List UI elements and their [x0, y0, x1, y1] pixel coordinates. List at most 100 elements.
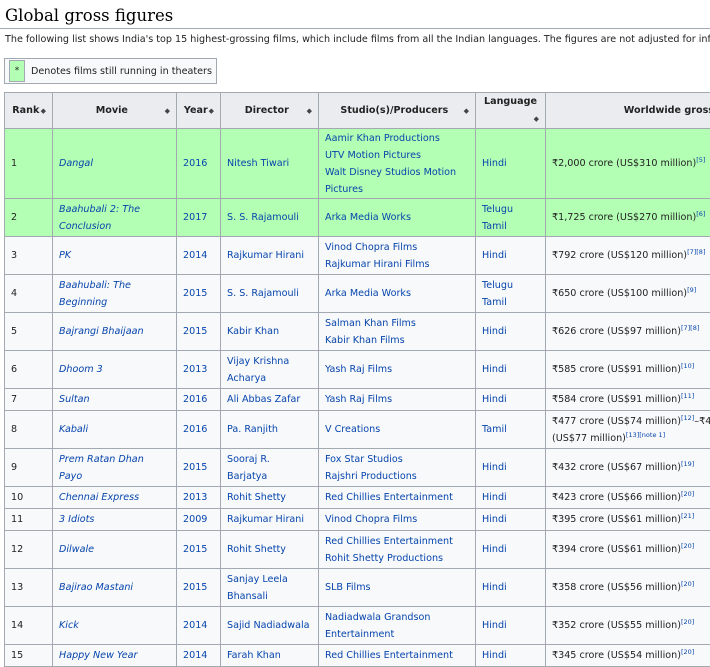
- year-link[interactable]: 2016: [183, 155, 214, 172]
- citation[interactable]: [21]: [681, 512, 694, 520]
- movie-link[interactable]: Baahubali 2: The: [59, 201, 170, 218]
- studio-link[interactable]: Vinod Chopra Films: [325, 511, 469, 528]
- director-link[interactable]: Bhansali: [227, 588, 312, 605]
- citation-link[interactable]: [10]: [681, 362, 694, 370]
- studio-link[interactable]: Rajshri Productions: [325, 468, 469, 485]
- studio-link[interactable]: Aamir Khan Productions: [325, 130, 469, 147]
- citation-link[interactable]: [12]: [681, 413, 694, 421]
- language-link[interactable]: Telugu: [482, 277, 539, 294]
- studio-link[interactable]: Nadiadwala Grandson: [325, 609, 469, 626]
- language-link[interactable]: Hindi: [482, 247, 539, 264]
- movie-link[interactable]: Bajirao Mastani: [59, 579, 170, 596]
- studio-link[interactable]: Rohit Shetty Productions: [325, 550, 469, 567]
- language-link[interactable]: Hindi: [482, 323, 539, 340]
- year-link[interactable]: 2015: [183, 579, 214, 596]
- year-link[interactable]: 2017: [183, 209, 214, 226]
- year-link[interactable]: 2014: [183, 617, 214, 634]
- studio-link[interactable]: Red Chillies Entertainment: [325, 647, 469, 664]
- director-link[interactable]: Farah Khan: [227, 647, 312, 664]
- movie-link[interactable]: Dangal: [59, 155, 170, 172]
- sort-icon[interactable]: ◆: [165, 103, 170, 120]
- citation-link[interactable]: [20]: [681, 648, 694, 656]
- citation[interactable]: [19]: [681, 460, 694, 468]
- header-movie[interactable]: Movie ◆: [53, 93, 177, 129]
- studio-link[interactable]: Salman Khan Films: [325, 315, 469, 332]
- header-director[interactable]: Director ◆: [221, 93, 319, 129]
- year-link[interactable]: 2013: [183, 361, 214, 378]
- language-link[interactable]: Telugu: [482, 201, 539, 218]
- language-link[interactable]: Hindi: [482, 391, 539, 408]
- language-link[interactable]: Hindi: [482, 647, 539, 664]
- citation[interactable]: [20]: [681, 490, 694, 498]
- movie-link[interactable]: Dilwale: [59, 541, 170, 558]
- citation-link[interactable]: [20]: [681, 490, 694, 498]
- language-link[interactable]: Hindi: [482, 617, 539, 634]
- language-link[interactable]: Hindi: [482, 155, 539, 172]
- header-year[interactable]: Year ◆: [177, 93, 221, 129]
- header-language[interactable]: Language ◆: [476, 93, 546, 129]
- studio-link[interactable]: Kabir Khan Films: [325, 332, 469, 349]
- studio-link[interactable]: Arka Media Works: [325, 209, 469, 226]
- movie-link[interactable]: Beginning: [59, 294, 170, 311]
- director-link[interactable]: Pa. Ranjith: [227, 421, 312, 438]
- language-link[interactable]: Hindi: [482, 459, 539, 476]
- language-link[interactable]: Tamil: [482, 218, 539, 235]
- director-link[interactable]: Ali Abbas Zafar: [227, 391, 312, 408]
- language-link[interactable]: Hindi: [482, 489, 539, 506]
- citation[interactable]: [12]: [681, 413, 694, 421]
- director-link[interactable]: Rajkumar Hirani: [227, 247, 312, 264]
- citation[interactable]: [9]: [687, 286, 696, 294]
- movie-link[interactable]: Sultan: [59, 391, 170, 408]
- studio-link[interactable]: Red Chillies Entertainment: [325, 489, 469, 506]
- movie-link[interactable]: PK: [59, 247, 170, 264]
- citation-link[interactable]: [5]: [696, 156, 705, 164]
- movie-link[interactable]: Conclusion: [59, 218, 170, 235]
- citation-link[interactable]: [21]: [681, 512, 694, 520]
- citation-link[interactable]: [9]: [687, 286, 696, 294]
- year-link[interactable]: 2015: [183, 541, 214, 558]
- movie-link[interactable]: Prem Ratan Dhan Payo: [59, 451, 170, 485]
- language-link[interactable]: Hindi: [482, 579, 539, 596]
- movie-link[interactable]: Kick: [59, 617, 170, 634]
- director-link[interactable]: Acharya: [227, 370, 312, 387]
- citation-link[interactable]: [19]: [681, 460, 694, 468]
- studio-link[interactable]: Walt Disney Studios Motion: [325, 164, 469, 181]
- citation[interactable]: [6]: [696, 210, 705, 218]
- citation-link[interactable]: [11]: [681, 392, 694, 400]
- year-link[interactable]: 2015: [183, 459, 214, 476]
- year-link[interactable]: 2015: [183, 285, 214, 302]
- header-rank[interactable]: Rank ◆: [5, 93, 53, 129]
- language-link[interactable]: Hindi: [482, 361, 539, 378]
- director-link[interactable]: S. S. Rajamouli: [227, 285, 312, 302]
- movie-link[interactable]: Baahubali: The: [59, 277, 170, 294]
- movie-link[interactable]: Kabali: [59, 421, 170, 438]
- citation[interactable]: [20]: [681, 618, 694, 626]
- sort-icon[interactable]: ◆: [534, 111, 539, 128]
- citation-link[interactable]: [6]: [696, 210, 705, 218]
- year-link[interactable]: 2016: [183, 421, 214, 438]
- studio-link[interactable]: Fox Star Studios: [325, 451, 469, 468]
- movie-link[interactable]: Dhoom 3: [59, 361, 170, 378]
- language-link[interactable]: Hindi: [482, 541, 539, 558]
- citation[interactable]: [20]: [681, 542, 694, 550]
- director-link[interactable]: Sanjay Leela: [227, 571, 312, 588]
- citation[interactable]: [5]: [696, 156, 705, 164]
- studio-link[interactable]: UTV Motion Pictures: [325, 147, 469, 164]
- studio-link[interactable]: SLB Films: [325, 579, 469, 596]
- header-gross[interactable]: Worldwide gross: [546, 93, 710, 129]
- sort-icon[interactable]: ◆: [41, 103, 46, 120]
- citation-link[interactable]: [13][note 1]: [626, 430, 665, 438]
- studio-link[interactable]: Red Chillies Entertainment: [325, 533, 469, 550]
- studio-link[interactable]: Pictures: [325, 181, 469, 198]
- director-link[interactable]: Sajid Nadiadwala: [227, 617, 312, 634]
- citation[interactable]: [20]: [681, 648, 694, 656]
- movie-link[interactable]: Happy New Year: [59, 647, 170, 664]
- language-link[interactable]: Tamil: [482, 294, 539, 311]
- language-link[interactable]: Tamil: [482, 421, 539, 438]
- director-link[interactable]: Nitesh Tiwari: [227, 155, 312, 172]
- movie-link[interactable]: 3 Idiots: [59, 511, 170, 528]
- citation[interactable]: [7][8]: [681, 324, 699, 332]
- header-studios[interactable]: Studio(s)/Producers ◆: [319, 93, 476, 129]
- movie-link[interactable]: Bajrangi Bhaijaan: [59, 323, 170, 340]
- director-link[interactable]: S. S. Rajamouli: [227, 209, 312, 226]
